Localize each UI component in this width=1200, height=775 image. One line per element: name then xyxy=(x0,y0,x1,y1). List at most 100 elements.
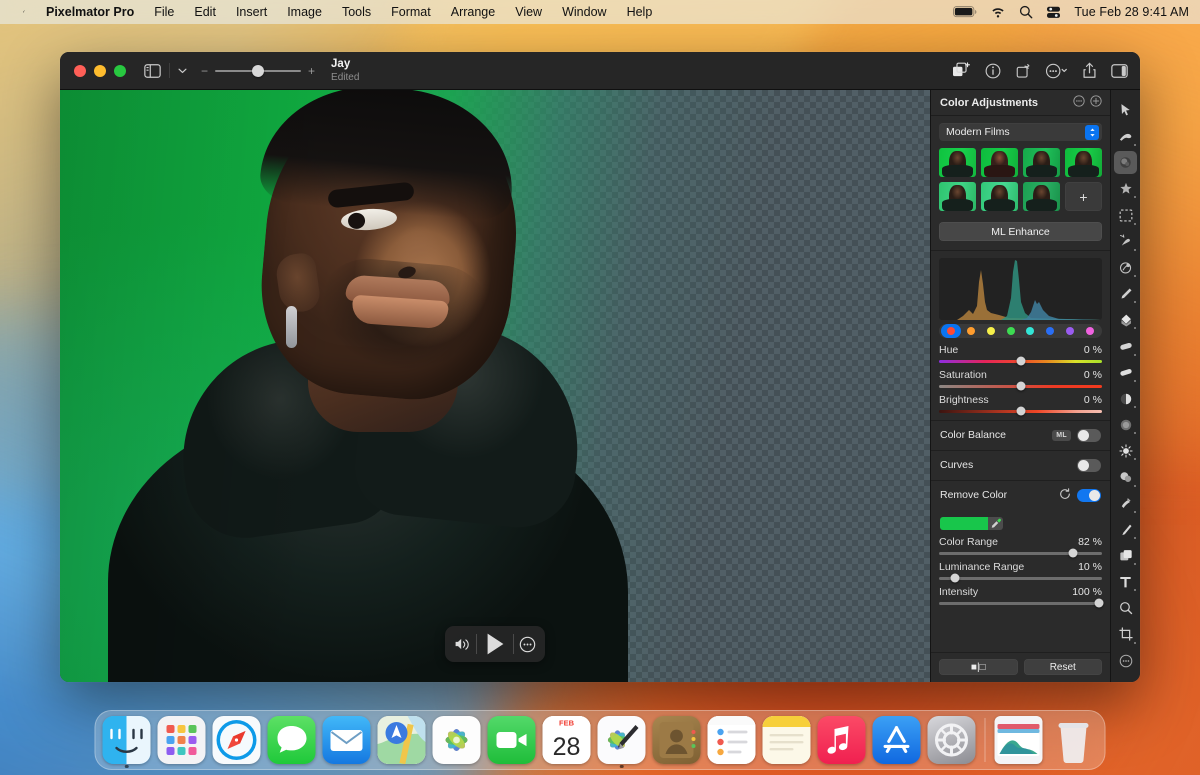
add-adjustment-icon[interactable] xyxy=(1090,95,1102,110)
close-button[interactable] xyxy=(74,65,86,77)
dock-item-trash[interactable] xyxy=(1050,716,1098,764)
dock-item-finder[interactable] xyxy=(103,716,151,764)
repair-tool[interactable] xyxy=(1114,125,1137,148)
notes-icon[interactable] xyxy=(763,716,811,764)
dock-item-calendar[interactable]: FEB28 xyxy=(543,716,591,764)
dock-item-notes[interactable] xyxy=(763,716,811,764)
preset-thumbnail[interactable] xyxy=(1023,182,1060,211)
remove-color-row[interactable]: Remove Color xyxy=(931,480,1110,510)
swatch-cyan[interactable] xyxy=(1021,324,1041,338)
pixelmator-pro-icon[interactable] xyxy=(598,716,646,764)
arrow-select-tool[interactable] xyxy=(1114,99,1137,122)
mail-icon[interactable] xyxy=(323,716,371,764)
quick-select-tool[interactable] xyxy=(1114,230,1137,253)
trash-icon[interactable] xyxy=(1050,716,1098,764)
wifi-icon[interactable] xyxy=(990,6,1006,18)
brightness-slider-knob[interactable] xyxy=(1016,407,1025,416)
preset-thumbnail[interactable] xyxy=(981,182,1018,211)
app-store-icon[interactable] xyxy=(873,716,921,764)
zoom-slider-track[interactable] xyxy=(215,70,301,72)
swatch-blue[interactable] xyxy=(1040,324,1060,338)
search-icon[interactable] xyxy=(1019,5,1033,19)
swatch-green[interactable] xyxy=(1001,324,1021,338)
menu-item-format[interactable]: Format xyxy=(381,0,441,24)
warp-tool[interactable] xyxy=(1114,492,1137,515)
more-circle-icon[interactable] xyxy=(514,626,541,662)
hue-slider-knob[interactable] xyxy=(1016,357,1025,366)
contacts-icon[interactable] xyxy=(653,716,701,764)
menu-item-window[interactable]: Window xyxy=(552,0,616,24)
luminance-range-track[interactable] xyxy=(939,577,1102,580)
type-tool[interactable] xyxy=(1114,571,1137,594)
saturation-slider-knob[interactable] xyxy=(1016,382,1025,391)
dock-item-contacts[interactable] xyxy=(653,716,701,764)
menu-item-tools[interactable]: Tools xyxy=(332,0,381,24)
eyedropper-icon[interactable] xyxy=(988,517,1003,530)
apple-logo-icon[interactable] xyxy=(9,5,36,20)
add-preset-button[interactable]: + xyxy=(1065,182,1102,211)
reset-circle-icon[interactable] xyxy=(1059,488,1071,503)
reminders-icon[interactable] xyxy=(708,716,756,764)
menu-item-arrange[interactable]: Arrange xyxy=(441,0,505,24)
launchpad-icon[interactable] xyxy=(158,716,206,764)
panel-toggle-icon[interactable] xyxy=(1111,64,1128,78)
menu-item-insert[interactable]: Insert xyxy=(226,0,277,24)
dock-item-reminders[interactable] xyxy=(708,716,756,764)
play-icon[interactable] xyxy=(477,626,513,662)
curves-toggle[interactable] xyxy=(1077,459,1101,472)
maps-icon[interactable] xyxy=(378,716,426,764)
color-range-knob[interactable] xyxy=(1068,549,1077,558)
menu-item-pixelmator-pro[interactable]: Pixelmator Pro xyxy=(36,0,144,24)
dock-item-photos[interactable] xyxy=(433,716,481,764)
more-tools-icon[interactable] xyxy=(1114,649,1137,672)
intensity-track[interactable] xyxy=(939,602,1102,605)
dock-item-downloads-stack[interactable] xyxy=(995,716,1043,764)
eraser-tool[interactable] xyxy=(1114,335,1137,358)
dock-item-facetime[interactable] xyxy=(488,716,536,764)
ml-badge[interactable]: ML xyxy=(1052,430,1071,441)
zoom-button[interactable] xyxy=(114,65,126,77)
remove-color-toggle[interactable] xyxy=(1077,489,1101,502)
downloads-stack-icon[interactable] xyxy=(995,716,1043,764)
preset-thumbnail[interactable] xyxy=(981,148,1018,177)
color-balance-toggle[interactable] xyxy=(1077,429,1101,442)
brightness-slider-track[interactable] xyxy=(939,410,1102,413)
menu-bar-clock[interactable]: Tue Feb 28 9:41 AM xyxy=(1074,5,1189,19)
more-options-icon[interactable] xyxy=(1073,95,1085,110)
intensity-knob[interactable] xyxy=(1094,599,1103,608)
dock-item-pixelmator-pro[interactable] xyxy=(598,716,646,764)
ml-enhance-button[interactable]: ML Enhance xyxy=(939,222,1102,241)
preset-thumbnail[interactable] xyxy=(1023,148,1060,177)
sidebar-toggle-icon[interactable] xyxy=(144,64,161,78)
dock-item-system-settings[interactable] xyxy=(928,716,976,764)
swatch-red[interactable] xyxy=(941,324,961,338)
preset-thumbnail[interactable] xyxy=(939,148,976,177)
color-adjustments-tool[interactable] xyxy=(1114,151,1137,174)
info-icon[interactable] xyxy=(985,63,1001,79)
dodge-tool[interactable] xyxy=(1114,387,1137,410)
facetime-icon[interactable] xyxy=(488,716,536,764)
menu-item-view[interactable]: View xyxy=(505,0,552,24)
crop-tool[interactable] xyxy=(1114,623,1137,646)
luminance-range-knob[interactable] xyxy=(951,574,960,583)
menu-item-file[interactable]: File xyxy=(144,0,184,24)
dock-item-messages[interactable] xyxy=(268,716,316,764)
color-balance-row[interactable]: Color Balance ML xyxy=(931,420,1110,450)
crop-rotate-icon[interactable] xyxy=(1015,63,1031,79)
effects-tool[interactable] xyxy=(1114,178,1137,201)
blur-tool[interactable] xyxy=(1114,413,1137,436)
menu-item-edit[interactable]: Edit xyxy=(184,0,226,24)
paint-tool[interactable] xyxy=(1114,256,1137,279)
battery-icon[interactable] xyxy=(953,6,977,18)
photos-icon[interactable] xyxy=(433,716,481,764)
dock-item-music[interactable] xyxy=(818,716,866,764)
system-settings-icon[interactable] xyxy=(928,716,976,764)
smudge-tool[interactable] xyxy=(1114,361,1137,384)
stepper-up-down-icon[interactable] xyxy=(1085,125,1099,140)
dock-item-mail[interactable] xyxy=(323,716,371,764)
hue-slider-track[interactable] xyxy=(939,360,1102,363)
reset-button[interactable]: Reset xyxy=(1024,659,1103,675)
clone-tool[interactable] xyxy=(1114,466,1137,489)
menu-item-image[interactable]: Image xyxy=(277,0,332,24)
zoom-out-label[interactable]: − xyxy=(201,65,208,77)
